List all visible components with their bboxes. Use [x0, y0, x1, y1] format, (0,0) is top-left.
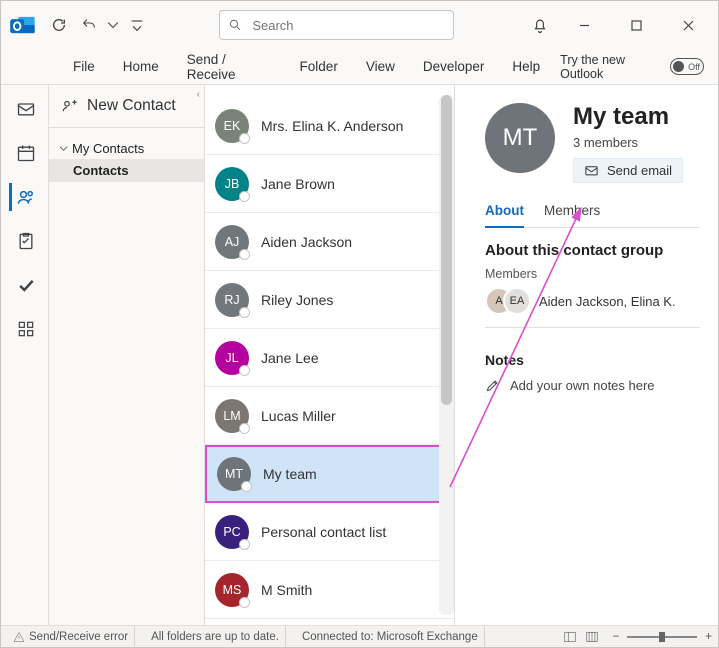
contact-avatar: AJ: [215, 225, 249, 259]
window-close-button[interactable]: [666, 10, 710, 40]
status-connection: Connected to: Microsoft Exchange: [296, 626, 485, 647]
sync-icon[interactable]: [47, 13, 71, 37]
status-folders: All folders are up to date.: [145, 626, 286, 647]
contact-avatar: MT: [217, 457, 251, 491]
zoom-minus[interactable]: −: [613, 631, 620, 643]
tab-members[interactable]: Members: [544, 197, 600, 227]
menu-send-receive[interactable]: Send / Receive: [175, 46, 284, 88]
contact-list-item[interactable]: JL Jane Lee: [205, 329, 454, 387]
presence-indicator-icon: [239, 249, 250, 260]
contact-name: Jane Brown: [261, 176, 335, 192]
try-new-outlook-toggle[interactable]: Off: [670, 58, 704, 75]
rail-tasks-icon[interactable]: [9, 227, 41, 255]
contact-list-item[interactable]: JB Jane Brown: [205, 155, 454, 213]
contact-name: Riley Jones: [261, 292, 333, 308]
warning-icon: [13, 631, 25, 643]
zoom-slider[interactable]: [627, 636, 697, 638]
search-input[interactable]: [250, 17, 445, 34]
contact-name: Personal contact list: [261, 524, 386, 540]
presence-indicator-icon: [239, 133, 250, 144]
chevron-down-icon: [59, 144, 68, 153]
contact-name: My team: [263, 466, 317, 482]
menu-view[interactable]: View: [354, 53, 407, 80]
outlook-logo-icon: [9, 12, 37, 38]
group-subtitle: 3 members: [573, 135, 683, 150]
presence-indicator-icon: [239, 597, 250, 608]
members-label: Members: [485, 267, 700, 281]
about-section-title: About this contact group: [485, 242, 700, 259]
rail-people-icon[interactable]: [9, 183, 41, 211]
send-email-label: Send email: [607, 163, 672, 178]
window-minimize-button[interactable]: [562, 10, 606, 40]
contact-avatar: PC: [215, 515, 249, 549]
presence-indicator-icon: [239, 539, 250, 550]
notifications-icon[interactable]: [526, 11, 554, 39]
contact-avatar: JB: [215, 167, 249, 201]
send-email-button[interactable]: Send email: [573, 158, 683, 183]
menu-developer[interactable]: Developer: [411, 53, 497, 80]
presence-indicator-icon: [239, 307, 250, 318]
presence-indicator-icon: [239, 423, 250, 434]
group-avatar: MT: [485, 103, 555, 173]
search-icon: [228, 17, 242, 33]
contact-list-item[interactable]: RJ Riley Jones: [205, 271, 454, 329]
contact-name: Lucas Miller: [261, 408, 336, 424]
window-maximize-button[interactable]: [614, 10, 658, 40]
contact-list-item[interactable]: EK Mrs. Elina K. Anderson: [205, 97, 454, 155]
menu-file[interactable]: File: [61, 53, 107, 80]
rail-more-apps-icon[interactable]: [9, 315, 41, 343]
contact-avatar: LM: [215, 399, 249, 433]
new-contact-label: New Contact: [87, 97, 176, 115]
status-error[interactable]: Send/Receive error: [7, 626, 135, 647]
search-box[interactable]: [219, 10, 454, 40]
add-notes-button[interactable]: Add your own notes here: [485, 378, 700, 393]
contact-list-item[interactable]: PC Personal contact list: [205, 503, 454, 561]
try-new-outlook-label: Try the new Outlook: [560, 53, 662, 81]
member-avatar-stack: A EA: [485, 287, 531, 315]
contact-list-item[interactable]: MS M Smith: [205, 561, 454, 619]
contact-name: Mrs. Elina K. Anderson: [261, 118, 403, 134]
quick-access-chevron-icon[interactable]: [125, 13, 149, 37]
new-contact-button[interactable]: New Contact: [49, 85, 204, 128]
envelope-icon: [584, 163, 599, 178]
rail-calendar-icon[interactable]: [9, 139, 41, 167]
contact-list-item[interactable]: LM Lucas Miller: [205, 387, 454, 445]
tab-about[interactable]: About: [485, 197, 524, 228]
collapse-chevron-icon[interactable]: ‹: [197, 89, 200, 100]
member-names: Aiden Jackson, Elina K.: [539, 294, 676, 309]
contact-list-item[interactable]: AJ Aiden Jackson: [205, 213, 454, 271]
notes-placeholder: Add your own notes here: [510, 378, 655, 393]
rail-todo-icon[interactable]: [9, 271, 41, 299]
contact-name: Jane Lee: [261, 350, 319, 366]
contact-name: Aiden Jackson: [261, 234, 352, 250]
tree-my-contacts[interactable]: My Contacts: [49, 138, 204, 159]
contact-avatar: EK: [215, 109, 249, 143]
rail-mail-icon[interactable]: [9, 95, 41, 123]
menu-home[interactable]: Home: [111, 53, 171, 80]
zoom-plus[interactable]: +: [705, 631, 712, 643]
menu-help[interactable]: Help: [500, 53, 552, 80]
tree-parent-label: My Contacts: [72, 141, 144, 156]
presence-indicator-icon: [239, 365, 250, 376]
pencil-icon: [485, 378, 500, 393]
presence-indicator-icon: [241, 481, 252, 492]
view-normal-icon[interactable]: [563, 630, 577, 644]
undo-dropdown-icon[interactable]: [107, 13, 119, 37]
contact-avatar: RJ: [215, 283, 249, 317]
group-title: My team: [573, 103, 683, 131]
contact-name: M Smith: [261, 582, 312, 598]
view-reading-icon[interactable]: [585, 630, 599, 644]
member-avatar: EA: [503, 287, 531, 315]
new-contact-icon: [61, 97, 79, 115]
undo-icon[interactable]: [77, 13, 101, 37]
contact-avatar: MS: [215, 573, 249, 607]
notes-title: Notes: [485, 352, 700, 368]
scrollbar-thumb[interactable]: [441, 95, 452, 405]
contact-list-item[interactable]: MT My team: [205, 445, 454, 503]
presence-indicator-icon: [239, 191, 250, 202]
contact-avatar: JL: [215, 341, 249, 375]
tree-contacts-folder[interactable]: Contacts: [49, 159, 204, 182]
menu-folder[interactable]: Folder: [288, 53, 350, 80]
